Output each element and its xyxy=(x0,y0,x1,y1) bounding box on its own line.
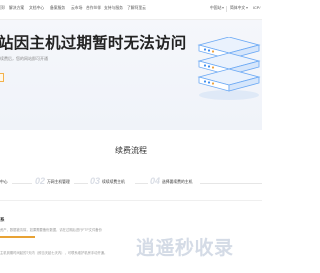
nav-item-about[interactable]: 了解阿里云 xyxy=(127,6,146,11)
nav-item-0[interactable]: 顶） xyxy=(0,6,8,11)
step-connector xyxy=(135,183,148,184)
detail-text-1: 资产，数据被清除，如果需要备份数据，请在过期后进行FTP文件备份 xyxy=(0,228,102,232)
site-region-dropdown[interactable]: 中国站 xyxy=(210,6,225,11)
nav-item-partners[interactable]: 合作伙伴 xyxy=(86,6,101,11)
nav-icp-link[interactable]: ICP/ xyxy=(253,6,260,10)
top-navigation: 顶） 解决方案 文档中心 备案服务 云市场 合作伙伴 支持与服务 了解阿里云 中… xyxy=(0,0,262,20)
nav-item-beian[interactable]: 备案服务 xyxy=(50,6,65,11)
step-label: 选择要续费的主机 xyxy=(162,180,193,184)
server-rack-illustration xyxy=(197,37,261,100)
accent-bar xyxy=(0,236,35,238)
step-label: 中心 xyxy=(0,180,8,184)
server-unit-icon xyxy=(197,68,261,92)
step-label: 万网主机管理 xyxy=(47,180,70,184)
nav-divider xyxy=(226,6,227,12)
chevron-down-icon xyxy=(222,7,225,9)
section-title: 续费流程 xyxy=(115,146,147,155)
detail-text-2: 主机到期时间起的7天内（即当天起七天内），可联系维护机房手动开通。 xyxy=(0,251,108,255)
section-divider xyxy=(0,200,262,201)
step-connector xyxy=(74,183,88,184)
renewal-steps: 中心 02 万网主机管理 03 续续续费主机 04 选择要续费的主机 xyxy=(0,176,262,189)
watermark-text: 逍遥秒收录 xyxy=(136,238,234,259)
step-number: 04 xyxy=(150,176,161,186)
step-number: 02 xyxy=(35,176,46,186)
hero-banner: 站因主机过期暂时无法访问 续费后，您的网站即可开通 xyxy=(0,20,262,130)
detail-heading: 系 xyxy=(0,217,5,222)
nav-item-docs[interactable]: 文档中心 xyxy=(29,6,44,11)
hero-subtitle: 续费后，您的网站即可开通 xyxy=(0,56,48,61)
step-number: 03 xyxy=(90,176,101,186)
chevron-down-icon xyxy=(246,7,249,9)
language-label: 简体中文 xyxy=(230,6,246,10)
nav-item-support[interactable]: 支持与服务 xyxy=(104,6,123,11)
step-connector xyxy=(12,183,32,184)
step-label: 续续续费主机 xyxy=(102,180,125,184)
site-region-label: 中国站 xyxy=(210,6,222,10)
nav-item-solutions[interactable]: 解决方案 xyxy=(9,6,24,11)
step-connector xyxy=(200,183,262,184)
renew-button[interactable] xyxy=(0,73,4,82)
language-dropdown[interactable]: 简体中文 xyxy=(230,6,249,11)
nav-item-market[interactable]: 云市场 xyxy=(71,6,82,11)
hero-title: 站因主机过期暂时无法访问 xyxy=(0,35,187,52)
